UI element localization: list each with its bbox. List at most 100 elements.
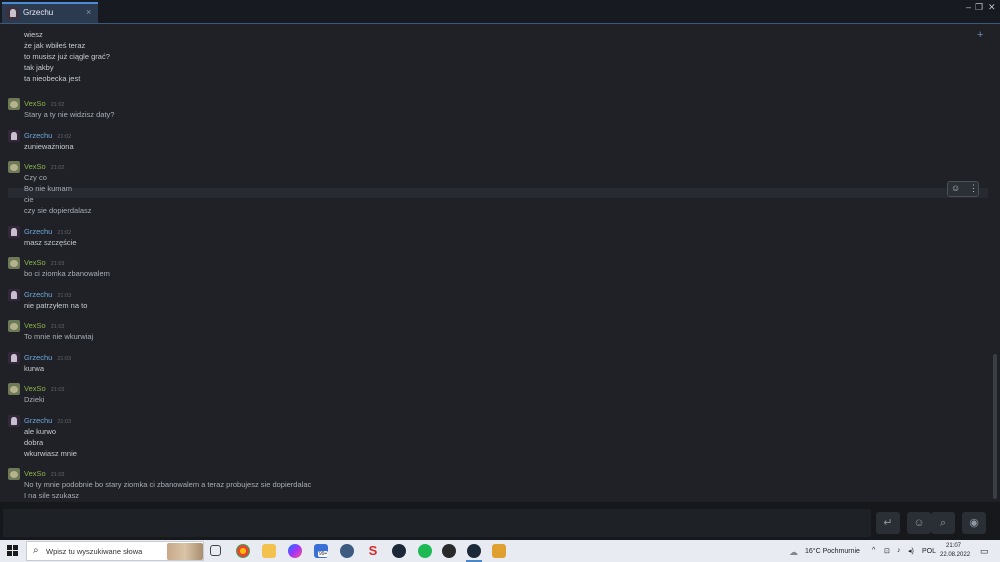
author-label: Grzechu: [24, 415, 53, 425]
send-button[interactable]: ↵: [876, 512, 900, 534]
emoji-button[interactable]: ☺: [907, 512, 931, 534]
message-timestamp: 21:03: [50, 472, 65, 478]
author-name[interactable]: Grzechu 21:02: [24, 227, 71, 236]
task-view-icon[interactable]: [210, 545, 221, 556]
tab-close-icon[interactable]: ×: [86, 7, 91, 17]
message-line: Czy co: [24, 173, 47, 182]
avatar[interactable]: [8, 320, 20, 332]
author-name[interactable]: Grzechu 21:02: [24, 131, 71, 140]
windows-taskbar: ⌕ Wpisz tu wyszukiwane słowa 99+ S ☁ 16°…: [0, 540, 1000, 562]
avatar[interactable]: [8, 468, 20, 480]
more-options-icon[interactable]: ⋮: [969, 183, 978, 194]
avatar[interactable]: [8, 129, 20, 142]
tab-avatar: [6, 7, 19, 20]
message-line: No ty mnie podobnie bo stary ziomka ci z…: [24, 480, 312, 489]
avatar[interactable]: [8, 383, 20, 395]
chat-tab-grzechu[interactable]: Grzechu ×: [2, 2, 98, 24]
author-label: Grzechu: [24, 352, 53, 362]
author-label: VexSo: [24, 384, 46, 393]
message-timestamp: 21:02: [57, 229, 72, 236]
voice-button[interactable]: ◉: [962, 512, 986, 534]
message-line: tak jakby: [24, 63, 54, 72]
weather-label[interactable]: 16°C Pochmurnie: [805, 548, 860, 555]
mail-badge: 99+: [318, 551, 329, 557]
start-button[interactable]: [7, 545, 18, 556]
message-line: ta nieobecka jest: [24, 74, 81, 83]
avatar[interactable]: [8, 98, 20, 110]
steam-icon[interactable]: [392, 544, 406, 558]
game-app-icon[interactable]: [492, 544, 506, 558]
author-name[interactable]: Grzechu 21:03: [24, 353, 71, 362]
author-label: VexSo: [24, 469, 46, 478]
microphone-icon[interactable]: ♪: [897, 547, 901, 554]
message-line: czy sie dopierdalasz: [24, 206, 92, 215]
chat-history: ☺ ⋮ + wiesz że jak wbiłeś teraz to musisz …: [0, 24, 1000, 502]
add-reaction-icon[interactable]: ☺: [951, 183, 960, 193]
message-line: Stary a ty nie widzisz daty?: [24, 110, 115, 119]
message-line: kurwa: [24, 363, 45, 373]
minimize-button[interactable]: –: [966, 2, 971, 12]
weather-icon[interactable]: ☁: [789, 547, 798, 558]
message-timestamp: 21:02: [50, 165, 65, 171]
author-name[interactable]: VexSo 21:03: [24, 469, 64, 478]
avatar[interactable]: [8, 414, 20, 427]
windows-logo-icon: [7, 545, 12, 550]
scrollbar-thumb[interactable]: [993, 354, 997, 499]
author-name[interactable]: VexSo 21:03: [24, 384, 64, 393]
avatar[interactable]: [8, 225, 20, 238]
author-name[interactable]: Grzechu 21:03: [24, 416, 71, 425]
search-placeholder: Wpisz tu wyszukiwane słowa: [46, 547, 143, 556]
attach-button[interactable]: ⌕: [931, 512, 955, 534]
message-timestamp: 21:03: [50, 261, 65, 267]
clock-time[interactable]: 21:07: [946, 543, 961, 549]
message-line: to musisz już ciągle grać?: [24, 52, 110, 61]
author-label: Grzechu: [24, 289, 53, 299]
avatar[interactable]: [8, 257, 20, 269]
add-friend-icon[interactable]: +: [977, 29, 983, 41]
maximize-button[interactable]: ❐: [975, 2, 983, 13]
steam-chat-icon[interactable]: [467, 544, 481, 558]
message-line: wkurwiasz mnie: [24, 448, 77, 458]
message-line: masz szczęście: [24, 237, 77, 247]
network-icon[interactable]: ⊡: [884, 547, 890, 555]
author-name[interactable]: VexSo 21:03: [24, 258, 64, 267]
message-timestamp: 21:03: [57, 355, 72, 362]
chrome-icon[interactable]: [236, 544, 250, 558]
message-timestamp: 21:02: [50, 102, 65, 108]
message-line: dobra: [24, 437, 44, 447]
app-shield-icon[interactable]: [340, 544, 354, 558]
message-timestamp: 21:03: [57, 292, 72, 299]
message-line: zunieważniona: [24, 141, 74, 151]
author-name[interactable]: VexSo 21:02: [24, 162, 64, 171]
file-explorer-icon[interactable]: [262, 544, 276, 558]
message-line: Bo nie kumam: [24, 184, 72, 193]
message-line: ale kurwo: [24, 426, 57, 436]
avatar[interactable]: [8, 288, 20, 301]
language-indicator[interactable]: POL: [922, 548, 936, 555]
message-timestamp: 21:02: [57, 133, 72, 140]
message-timestamp: 21:03: [50, 324, 65, 330]
s-app-icon[interactable]: S: [366, 544, 380, 558]
volume-icon[interactable]: ◂): [908, 547, 914, 555]
message-timestamp: 21:03: [57, 418, 72, 425]
author-name[interactable]: VexSo 21:03: [24, 321, 64, 330]
message-timestamp: 21:03: [50, 387, 65, 393]
avatar[interactable]: [8, 161, 20, 173]
message-actions[interactable]: ☺ ⋮: [947, 181, 979, 197]
author-name[interactable]: VexSo 21:02: [24, 99, 64, 108]
clock-date[interactable]: 22.08.2022: [940, 552, 970, 558]
taskbar-search[interactable]: ⌕ Wpisz tu wyszukiwane słowa: [26, 541, 204, 561]
message-line: Dzieki: [24, 395, 45, 404]
author-name[interactable]: Grzechu 21:03: [24, 290, 71, 299]
tray-chevron-icon[interactable]: ^: [872, 547, 875, 554]
messenger-icon[interactable]: [288, 544, 302, 558]
message-input[interactable]: [3, 509, 871, 537]
spotify-icon[interactable]: [418, 544, 432, 558]
author-label: VexSo: [24, 162, 46, 171]
window-titlebar: Grzechu × – ❐ ✕: [0, 0, 1000, 24]
obs-icon[interactable]: [442, 544, 456, 558]
avatar[interactable]: [8, 351, 20, 364]
notifications-icon[interactable]: ▭: [980, 546, 989, 557]
close-button[interactable]: ✕: [988, 2, 996, 13]
author-label: Grzechu: [24, 226, 53, 236]
